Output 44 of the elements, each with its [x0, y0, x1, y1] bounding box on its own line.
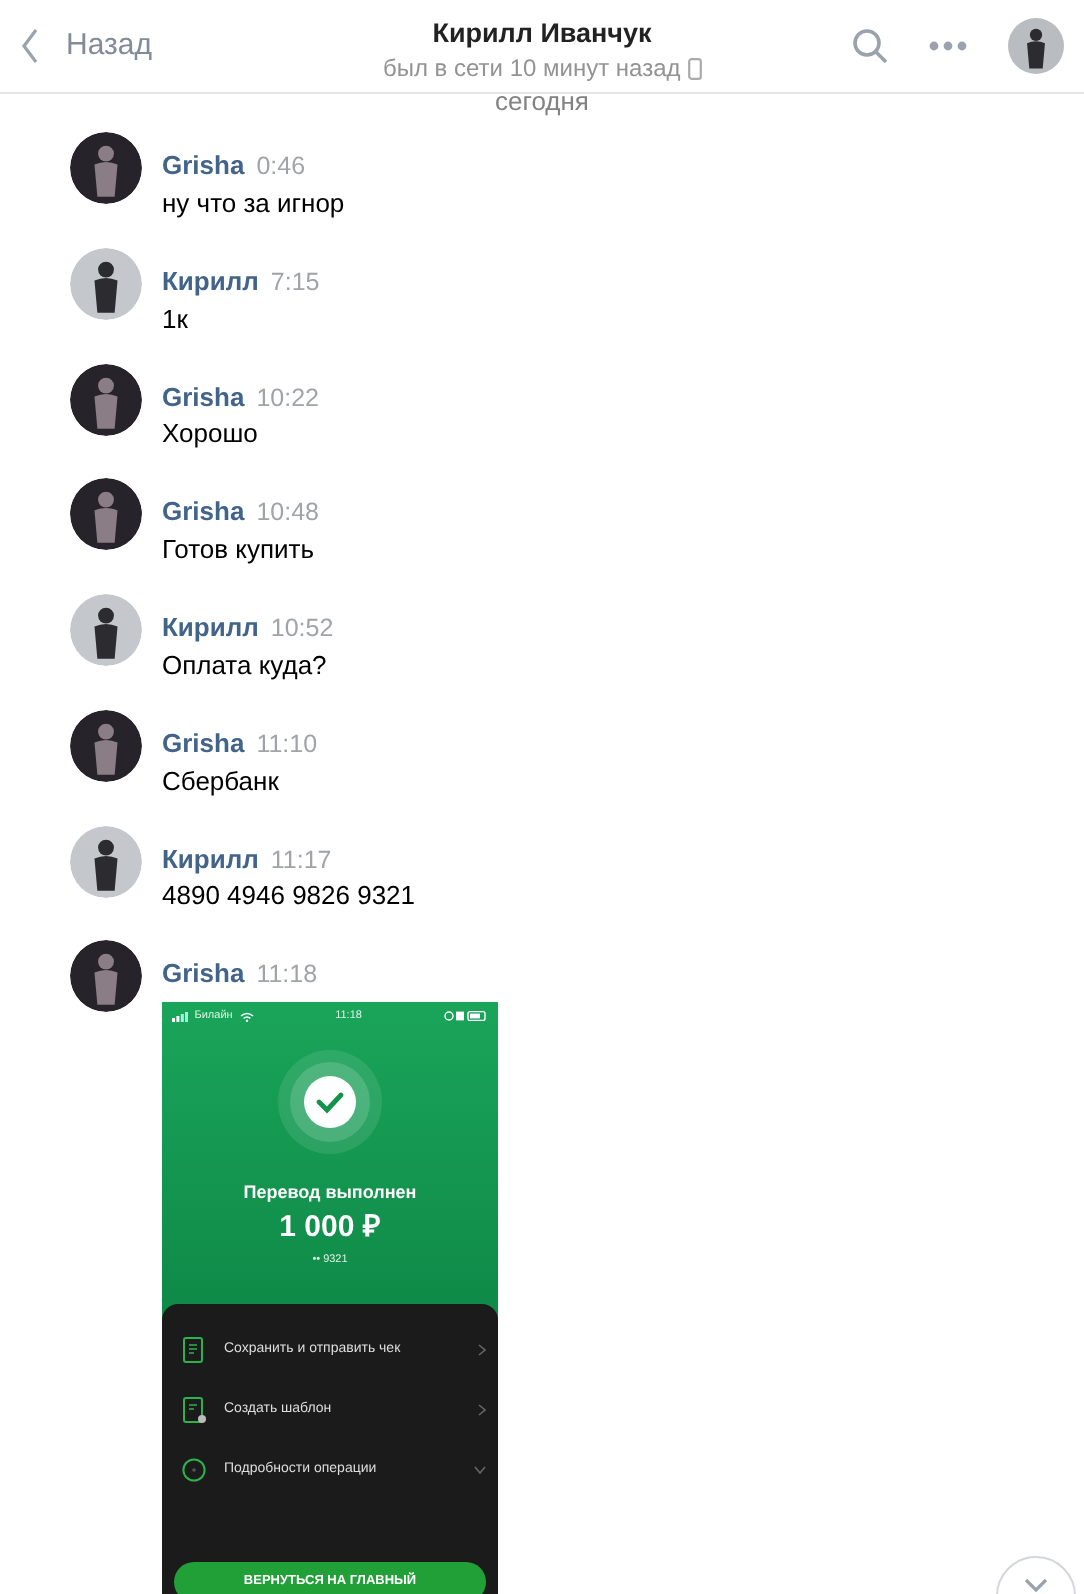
message-text: ну что за игнор — [162, 185, 345, 220]
receipt-icon — [182, 1336, 206, 1364]
chevron-right-icon — [478, 1404, 486, 1416]
online-status: был в сети 10 минут назад — [382, 53, 681, 83]
author-name[interactable]: Grisha — [162, 148, 245, 182]
chevron-right-icon — [478, 1344, 486, 1356]
profile-avatar[interactable] — [1008, 18, 1064, 74]
message-text: 4890 4946 9826 9321 — [162, 878, 416, 913]
message-text: Готов купить — [162, 532, 317, 566]
info-icon — [182, 1456, 206, 1484]
author-name[interactable]: Grisha — [162, 494, 245, 529]
author-name[interactable]: Grisha — [162, 379, 245, 413]
signal-icon — [172, 1011, 188, 1021]
message-text: 1к — [162, 301, 190, 335]
back-icon — [20, 28, 40, 64]
author-name[interactable]: Grisha — [162, 956, 245, 991]
message-time: 11:17 — [270, 843, 332, 877]
back-button[interactable]: Назад — [20, 23, 152, 69]
message-time: 11:10 — [256, 727, 318, 762]
author-name[interactable]: Grisha — [162, 725, 245, 760]
transfer-title: Перевод выполнен — [241, 1182, 419, 1204]
author-name[interactable]: Кирилл — [162, 610, 259, 644]
chevron-down-icon — [474, 1466, 486, 1474]
chat-title: Кирилл Иванчук — [432, 16, 652, 50]
date-label: сегодня — [493, 90, 591, 114]
author-name[interactable]: Кирилл — [162, 841, 259, 875]
phone-icon — [687, 57, 702, 79]
author-name[interactable]: Кирилл — [162, 263, 259, 298]
message-time: 0:46 — [256, 150, 306, 184]
search-icon[interactable] — [852, 28, 888, 64]
message-text: Сбербанк — [162, 763, 281, 797]
message-time: 11:18 — [256, 958, 318, 993]
battery-icon — [443, 1010, 488, 1022]
chevron-down-icon — [1024, 1578, 1048, 1592]
message-time: 10:48 — [256, 496, 319, 531]
message-text: Хорошо — [162, 416, 260, 451]
more-icon[interactable] — [928, 40, 968, 52]
message-time: 10:52 — [270, 612, 334, 646]
transfer-amount: 1 000 ₽ — [277, 1210, 383, 1246]
message-time: 7:15 — [270, 265, 320, 300]
success-check-icon — [278, 1050, 382, 1154]
wifi-icon — [239, 1011, 254, 1021]
message-text: Оплата куда? — [162, 647, 329, 682]
message-time: 10:22 — [256, 381, 319, 415]
